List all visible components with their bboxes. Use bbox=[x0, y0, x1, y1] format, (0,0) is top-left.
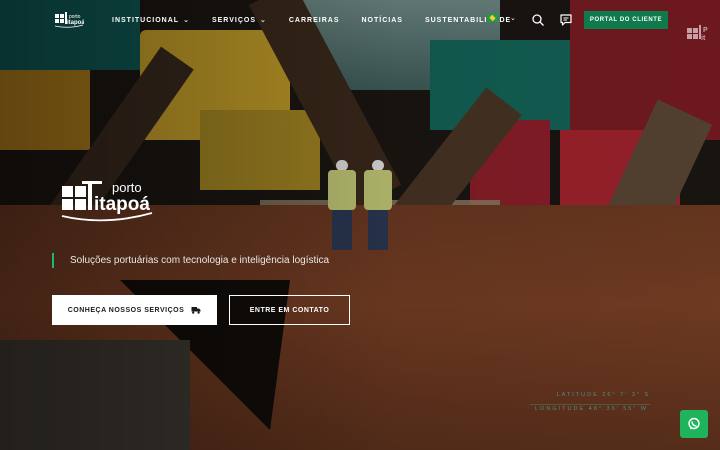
coordinates-block: Latitude 26° 7' 3" S Longitude 48° 36' 5… bbox=[530, 392, 700, 420]
language-selector[interactable]: ⌄ bbox=[487, 14, 516, 22]
nav-item-institucional[interactable]: Institucional ⌄ bbox=[112, 16, 190, 25]
nav-item-label: Carreiras bbox=[288, 16, 340, 24]
client-portal-button[interactable]: Portal do Cliente bbox=[584, 11, 668, 29]
chevron-down-icon: ⌄ bbox=[510, 15, 516, 22]
site-header: porto itapoá Institucional ⌄ Serviços ⌄ … bbox=[0, 0, 720, 40]
whatsapp-icon bbox=[688, 417, 700, 430]
hero-tagline: Soluções portuárias com tecnologia e int… bbox=[52, 253, 329, 268]
truck-icon bbox=[191, 307, 201, 314]
nav-item-label: Serviços bbox=[211, 16, 256, 24]
svg-text:P: P bbox=[703, 27, 708, 34]
brazil-flag-icon bbox=[487, 14, 498, 22]
chat-bubble-icon[interactable] bbox=[559, 13, 573, 27]
latitude-text: Latitude 26° 7' 3" S bbox=[556, 392, 650, 398]
chevron-down-icon: ⌄ bbox=[183, 17, 190, 24]
nav-item-label: Institucional bbox=[112, 16, 180, 24]
search-icon[interactable] bbox=[531, 13, 545, 27]
services-button-label: Conheça nossos serviços bbox=[67, 306, 185, 314]
contact-button[interactable]: Entre em contato bbox=[229, 295, 350, 325]
main-nav: Institucional ⌄ Serviços ⌄ Carreiras Not… bbox=[112, 0, 511, 40]
chevron-down-icon: ⌄ bbox=[260, 17, 267, 24]
svg-text:it: it bbox=[701, 35, 706, 42]
porto-itapoa-logo: porto itapoá bbox=[61, 180, 153, 222]
whatsapp-chat-button[interactable] bbox=[680, 410, 708, 438]
longitude-text: Longitude 48° 36' 55" W bbox=[535, 406, 648, 412]
logo-word-porto: porto bbox=[112, 180, 142, 195]
porto-itapoa-logo-small[interactable]: porto itapoá bbox=[54, 11, 84, 29]
logo-word-itapoa: itapoá bbox=[94, 194, 150, 215]
nav-item-noticias[interactable]: Notícias bbox=[362, 17, 403, 24]
nav-item-carreiras[interactable]: Carreiras bbox=[289, 17, 340, 24]
coordinates-divider bbox=[530, 404, 650, 405]
nav-item-servicos[interactable]: Serviços ⌄ bbox=[211, 16, 267, 25]
services-button[interactable]: Conheça nossos serviços bbox=[52, 295, 217, 325]
porto-itapoa-watermark-logo: P it bbox=[687, 25, 708, 42]
nav-item-label: Notícias bbox=[361, 16, 403, 24]
